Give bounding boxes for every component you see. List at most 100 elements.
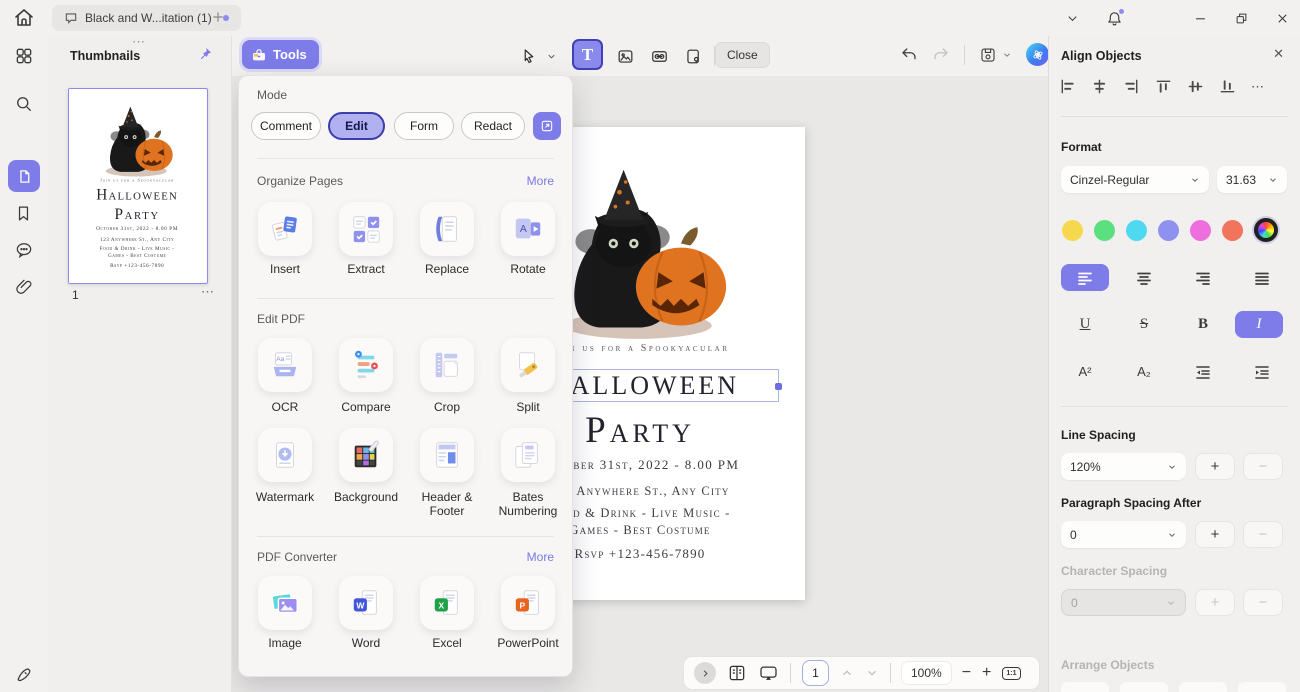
rotate-tool[interactable]: A xyxy=(501,202,555,256)
bates-numbering-tool[interactable] xyxy=(501,428,555,482)
text-align-justify-button[interactable] xyxy=(1238,264,1286,291)
text-align-center-button[interactable] xyxy=(1120,264,1168,291)
convert-image-tool[interactable] xyxy=(258,576,312,630)
notifications-bell-icon[interactable] xyxy=(1106,10,1123,27)
link-tool-icon[interactable] xyxy=(646,43,672,69)
converter-more-link[interactable]: More xyxy=(527,550,554,564)
restore-window-icon[interactable] xyxy=(1234,11,1249,26)
select-tool-chevron-icon[interactable] xyxy=(546,51,557,62)
line-spacing-increase-button[interactable]: + xyxy=(1195,453,1235,480)
sidebar-item-thumbnails[interactable] xyxy=(8,160,40,192)
font-family-select[interactable]: Cinzel-Regular xyxy=(1061,166,1209,193)
increase-indent-button[interactable] xyxy=(1238,358,1286,385)
selection-handle[interactable] xyxy=(775,383,782,390)
zoom-in-button[interactable]: + xyxy=(982,664,991,682)
search-icon[interactable] xyxy=(14,94,34,114)
split-tool[interactable] xyxy=(501,338,555,392)
align-bottom-icon[interactable] xyxy=(1219,78,1236,95)
home-icon[interactable] xyxy=(12,6,36,30)
stamp-tool-icon[interactable] xyxy=(680,43,706,69)
crop-tool[interactable] xyxy=(420,338,474,392)
sidebar-item-attachments[interactable] xyxy=(14,277,34,297)
organize-more-link[interactable]: More xyxy=(527,174,554,188)
open-external-mode-button[interactable] xyxy=(533,112,561,140)
align-more-icon[interactable]: ⋯ xyxy=(1251,79,1264,95)
header-footer-tool[interactable] xyxy=(420,428,474,482)
text-selection-box[interactable] xyxy=(565,369,779,402)
page-thumbnail-1[interactable]: Join us for a Spookyacular Halloween Par… xyxy=(68,88,208,284)
convert-word-tool[interactable]: W xyxy=(339,576,393,630)
align-middle-vertical-icon[interactable] xyxy=(1187,78,1204,95)
underline-button[interactable]: U xyxy=(1061,311,1109,338)
sidebar-item-bookmarks[interactable] xyxy=(14,204,34,224)
paragraph-spacing-decrease-button[interactable]: − xyxy=(1243,521,1283,548)
text-align-right-button[interactable] xyxy=(1179,264,1227,291)
superscript-button[interactable]: A² xyxy=(1061,358,1109,385)
extract-tool[interactable] xyxy=(339,202,393,256)
expand-bar-icon[interactable] xyxy=(694,662,716,684)
mode-form-button[interactable]: Form xyxy=(394,112,454,140)
align-center-horizontal-icon[interactable] xyxy=(1091,78,1108,95)
convert-excel-tool[interactable]: X xyxy=(420,576,474,630)
text-align-left-button[interactable] xyxy=(1061,264,1109,291)
save-icon[interactable] xyxy=(979,46,997,64)
ocr-tool[interactable]: Aa xyxy=(258,338,312,392)
page-number-input[interactable]: 1 xyxy=(802,660,829,686)
color-swatch-salmon[interactable] xyxy=(1222,220,1243,241)
align-right-icon[interactable] xyxy=(1123,78,1140,95)
panel-drag-handle[interactable]: ⋯ xyxy=(132,34,147,50)
zoom-out-button[interactable]: − xyxy=(962,664,971,682)
mode-edit-button[interactable]: Edit xyxy=(328,112,385,140)
image-tool-icon[interactable] xyxy=(612,43,638,69)
minimize-icon[interactable] xyxy=(1193,11,1208,26)
color-swatch-green[interactable] xyxy=(1094,220,1115,241)
page-layout-icon[interactable] xyxy=(727,663,747,683)
insert-tool[interactable] xyxy=(258,202,312,256)
decrease-indent-button[interactable] xyxy=(1179,358,1227,385)
background-tool[interactable] xyxy=(339,428,393,482)
font-size-select[interactable]: 31.63 xyxy=(1217,166,1287,193)
tools-button[interactable]: Tools xyxy=(242,40,319,69)
zoom-level-value[interactable]: 100% xyxy=(902,662,951,684)
align-left-icon[interactable] xyxy=(1059,78,1076,95)
actual-size-button[interactable]: 1:1 xyxy=(1002,667,1020,680)
italic-button[interactable]: I xyxy=(1235,311,1283,338)
bold-button[interactable]: B xyxy=(1179,311,1227,338)
text-tool-button[interactable]: T xyxy=(572,39,603,70)
align-top-icon[interactable] xyxy=(1155,78,1172,95)
close-edit-mode-button[interactable]: Close xyxy=(715,42,770,68)
mode-comment-button[interactable]: Comment xyxy=(251,112,321,140)
paragraph-spacing-select[interactable]: 0 xyxy=(1061,521,1186,548)
presentation-mode-icon[interactable] xyxy=(758,663,779,683)
color-swatch-pink[interactable] xyxy=(1190,220,1211,241)
mode-redact-button[interactable]: Redact xyxy=(461,112,525,140)
redo-icon[interactable] xyxy=(932,46,950,64)
watermark-tool[interactable] xyxy=(258,428,312,482)
save-options-chevron-icon[interactable] xyxy=(1002,50,1012,60)
thumbnail-more-icon[interactable]: ⋯ xyxy=(201,284,215,300)
subscript-button[interactable]: A₂ xyxy=(1120,358,1168,385)
panel-close-icon[interactable]: ✕ xyxy=(1273,46,1284,62)
undo-icon[interactable] xyxy=(900,46,918,64)
line-spacing-select[interactable]: 120% xyxy=(1061,453,1186,480)
chevron-down-icon[interactable] xyxy=(1065,11,1080,26)
color-swatch-cyan[interactable] xyxy=(1126,220,1147,241)
paragraph-spacing-increase-button[interactable]: + xyxy=(1195,521,1235,548)
next-page-icon[interactable] xyxy=(865,666,879,680)
color-swatch-purple[interactable] xyxy=(1158,220,1179,241)
signature-icon[interactable] xyxy=(14,664,34,684)
sidebar-item-comments[interactable] xyxy=(14,240,34,260)
convert-powerpoint-tool[interactable]: P xyxy=(501,576,555,630)
close-window-icon[interactable] xyxy=(1275,11,1290,26)
ai-assistant-button[interactable] xyxy=(1026,43,1049,66)
compare-tool[interactable] xyxy=(339,338,393,392)
new-tab-icon[interactable] xyxy=(210,9,226,25)
line-spacing-decrease-button[interactable]: − xyxy=(1243,453,1283,480)
pin-panel-icon[interactable] xyxy=(197,46,213,62)
panels-grid-icon[interactable] xyxy=(14,46,34,66)
color-swatch-yellow[interactable] xyxy=(1062,220,1083,241)
select-tool-icon[interactable] xyxy=(516,43,542,69)
color-wheel-picker[interactable] xyxy=(1254,218,1278,242)
replace-tool[interactable] xyxy=(420,202,474,256)
strikethrough-button[interactable]: S xyxy=(1120,311,1168,338)
